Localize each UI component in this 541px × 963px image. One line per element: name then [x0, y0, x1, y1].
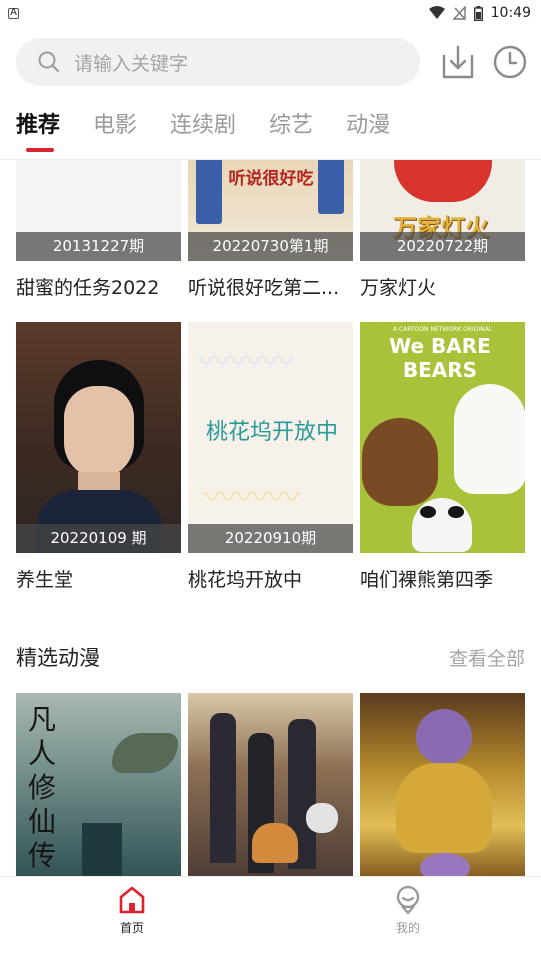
poster-caption: 桃花坞开放中 [205, 420, 338, 445]
video-title: 听说很好吃第二... [188, 277, 340, 299]
section-title: 精选动漫 [16, 646, 100, 670]
anime-card[interactable] [188, 693, 353, 876]
search-placeholder: 请输入关键字 [74, 52, 189, 75]
home-icon [119, 886, 145, 914]
video-card[interactable]: 听说很好吃 20220730第1期 听说很好吃第二... [188, 160, 353, 300]
signal-off-icon [452, 6, 466, 20]
tab-recommend[interactable]: 推荐 [16, 104, 60, 154]
poster-caption: We BARE BEARS [389, 334, 491, 382]
nav-home[interactable]: 首页 [92, 885, 172, 936]
poster-image [188, 693, 353, 876]
episode-badge: 20220109 期 [16, 524, 181, 553]
tab-anime[interactable]: 动漫 [346, 104, 390, 154]
episode-badge: 20220722期 [360, 232, 525, 261]
episode-badge: 20220910期 [188, 524, 353, 553]
video-card[interactable]: 20131227期 甜蜜的任务2022 [16, 160, 181, 300]
poster-image: 〰〰〰 桃花坞开放中 〰〰〰 20220910期 [188, 322, 353, 553]
search-icon [38, 51, 59, 72]
feed[interactable]: 20131227期 甜蜜的任务2022 听说很好吃 20220730第1期 听说… [0, 160, 541, 876]
poster-image: 凡人修仙传 [16, 693, 181, 876]
nav-profile-label: 我的 [395, 921, 420, 935]
download-icon[interactable] [441, 44, 475, 80]
poster-image: 听说很好吃 20220730第1期 [188, 160, 353, 261]
poster-caption: 听说很好吃 [228, 169, 314, 189]
app-notification-icon: A [8, 7, 19, 19]
wifi-icon [428, 6, 445, 19]
video-title: 养生堂 [16, 569, 74, 591]
anime-card[interactable] [360, 693, 525, 876]
video-card[interactable]: 万家灯火 20220722期 万家灯火 [360, 160, 525, 300]
tab-series[interactable]: 连续剧 [170, 104, 236, 154]
tab-variety[interactable]: 综艺 [269, 104, 313, 154]
nav-profile[interactable]: 我的 [368, 885, 448, 936]
video-card[interactable]: 20220109 期 养生堂 [16, 322, 181, 592]
search-input[interactable]: 请输入关键字 [16, 38, 420, 86]
video-title: 甜蜜的任务2022 [16, 277, 160, 299]
poster-image: 20131227期 [16, 160, 181, 261]
poster-subcaption: A CARTOON NETWORK ORIGINAL [392, 326, 493, 333]
episode-badge: 20220730第1期 [188, 232, 353, 261]
section-header: 精选动漫 查看全部 [16, 639, 525, 675]
poster-image: 20220109 期 [16, 322, 181, 553]
video-title: 万家灯火 [360, 277, 437, 299]
poster-image [360, 693, 525, 876]
tab-movies[interactable]: 电影 [93, 104, 137, 154]
profile-icon [396, 885, 420, 915]
episode-badge: 20131227期 [16, 232, 181, 261]
view-all-link[interactable]: 查看全部 [449, 644, 525, 671]
category-tabs: 推荐 电影 连续剧 综艺 动漫 [0, 104, 541, 158]
video-card[interactable]: A CARTOON NETWORK ORIGINAL We BARE BEARS… [360, 322, 525, 592]
anime-card[interactable]: 凡人修仙传 [16, 693, 181, 876]
bottom-navigation: 首页 我的 [0, 876, 541, 963]
status-bar: A 10:49 [0, 0, 541, 26]
nav-home-label: 首页 [119, 921, 144, 935]
clock-time: 10:49 [490, 5, 531, 21]
history-icon[interactable] [492, 44, 528, 80]
video-title: 桃花坞开放中 [188, 569, 303, 591]
poster-caption: 凡人修仙传 [28, 703, 57, 872]
video-title: 咱们裸熊第四季 [360, 569, 494, 591]
top-bar: 请输入关键字 [0, 36, 541, 90]
poster-image: A CARTOON NETWORK ORIGINAL We BARE BEARS [360, 322, 525, 553]
video-card[interactable]: 〰〰〰 桃花坞开放中 〰〰〰 20220910期 桃花坞开放中 [188, 322, 353, 592]
poster-image: 万家灯火 20220722期 [360, 160, 525, 261]
battery-icon [473, 5, 483, 21]
